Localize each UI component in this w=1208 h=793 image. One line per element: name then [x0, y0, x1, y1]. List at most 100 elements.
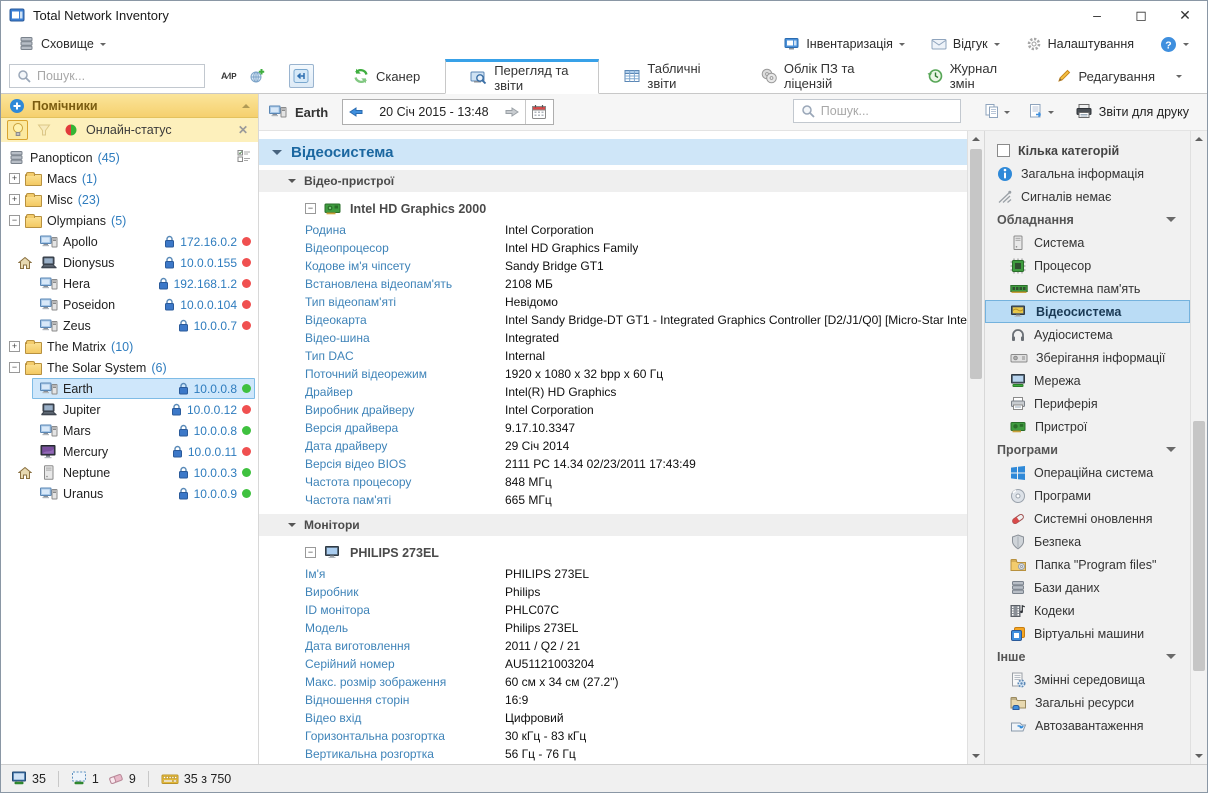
collapse-icon[interactable]: − — [9, 215, 20, 226]
category-autorun[interactable]: Автозавантаження — [985, 714, 1190, 737]
category-label: Периферія — [1034, 396, 1098, 411]
plus-circle-icon[interactable] — [9, 98, 25, 114]
expand-icon[interactable]: + — [9, 173, 20, 184]
tree-item-hera[interactable]: Hera 192.168.1.2 — [1, 273, 258, 294]
category-programs[interactable]: Програми — [985, 484, 1190, 507]
scroll-down-icon[interactable] — [1191, 748, 1207, 764]
scroll-down-icon[interactable] — [968, 748, 984, 764]
category-no-signals[interactable]: Сигналів немає — [985, 185, 1190, 208]
add-network-icon[interactable] — [243, 68, 271, 84]
expand-icon[interactable]: + — [9, 341, 20, 352]
category-network[interactable]: Мережа — [985, 369, 1190, 392]
tab-table-reports[interactable]: Табличні звіти — [599, 59, 736, 93]
menu-inventory[interactable]: Інвентаризація — [776, 33, 913, 55]
maximize-button[interactable]: ◻ — [1119, 1, 1163, 29]
report-search-input[interactable] — [820, 104, 953, 118]
filter-icon[interactable] — [33, 120, 54, 140]
category-group-hardware[interactable]: Обладнання — [985, 208, 1190, 231]
computers-selected-icon — [71, 771, 87, 786]
category-scroll-thumb[interactable] — [1193, 421, 1205, 671]
tab-view-reports[interactable]: Перегляд та звіти — [445, 59, 600, 94]
section-videosystem[interactable]: Відеосистема — [259, 139, 967, 165]
category-program-files[interactable]: Папка "Program files" — [985, 553, 1190, 576]
layers-select-icon[interactable] — [237, 149, 252, 166]
category-video-system[interactable]: Відеосистема — [985, 300, 1190, 323]
calendar-icon[interactable] — [524, 100, 553, 124]
category-multiple-categories[interactable]: Кілька категорій — [985, 139, 1190, 162]
tab-scanner[interactable]: Сканер — [328, 59, 445, 93]
tree-item-zeus[interactable]: Zeus 10.0.0.7 — [1, 315, 258, 336]
collapse-icon[interactable]: − — [305, 203, 316, 214]
collapse-icon[interactable]: − — [9, 362, 20, 373]
expand-icon[interactable]: + — [9, 194, 20, 205]
category-operating-system[interactable]: Операційна система — [985, 461, 1190, 484]
category-group-other[interactable]: Інше — [985, 645, 1190, 668]
category-scrollbar[interactable] — [1190, 131, 1207, 764]
tree-item-dionysus[interactable]: Dionysus 10.0.0.155 — [1, 252, 258, 273]
content-scrollbar[interactable] — [967, 131, 984, 764]
print-reports-button[interactable]: Звіти для друку — [1067, 103, 1197, 122]
checkbox-icon[interactable] — [997, 144, 1010, 157]
category-codecs[interactable]: Кодеки — [985, 599, 1190, 622]
menu-storage[interactable]: Сховище — [11, 33, 114, 55]
tree-item-the-solar-system[interactable]: − The Solar System (6) — [1, 357, 258, 378]
tree-item-misc[interactable]: + Misc (23) — [1, 189, 258, 210]
report-device-philips-273el[interactable]: − PHILIPS 273EL — [259, 540, 967, 565]
tree-item-panopticon[interactable]: Panopticon (45) — [1, 147, 258, 168]
collapse-up-icon[interactable] — [242, 100, 250, 108]
subsection-[interactable]: Монітори — [259, 514, 967, 536]
report-device-intel-hd-graphics-2000[interactable]: − Intel HD Graphics 2000 — [259, 196, 967, 221]
tree-item-uranus[interactable]: Uranus 10.0.0.9 — [1, 483, 258, 504]
menu-feedback[interactable]: Відгук — [923, 33, 1008, 55]
tree-item-the-matrix[interactable]: + The Matrix (10) — [1, 336, 258, 357]
category-devices[interactable]: Пристрої — [985, 415, 1190, 438]
panel-toggle-icon[interactable] — [288, 64, 314, 88]
tree-item-olympians[interactable]: − Olympians (5) — [1, 210, 258, 231]
collapse-icon[interactable]: − — [305, 547, 316, 558]
minimize-button[interactable]: – — [1075, 1, 1119, 29]
search-input[interactable] — [37, 69, 197, 83]
menu-settings[interactable]: Налаштування — [1018, 33, 1142, 55]
tab-changelog[interactable]: Журнал змін — [902, 59, 1031, 93]
tree-item-neptune[interactable]: Neptune 10.0.0.3 — [1, 462, 258, 483]
assistants-header[interactable]: Помічники — [1, 94, 258, 118]
subsection-[interactable]: Відео-пристрої — [259, 170, 967, 192]
close-assistant-icon[interactable]: ✕ — [234, 123, 252, 137]
tree-item-jupiter[interactable]: Jupiter 10.0.0.12 — [1, 399, 258, 420]
date-next-icon[interactable] — [499, 100, 525, 124]
close-button[interactable]: ✕ — [1163, 1, 1207, 29]
scroll-up-icon[interactable] — [1191, 131, 1207, 147]
category-environment-variables[interactable]: Змінні середовища — [985, 668, 1190, 691]
tree-item-mercury[interactable]: Mercury 10.0.0.11 — [1, 441, 258, 462]
content-scroll-thumb[interactable] — [970, 149, 982, 379]
scroll-up-icon[interactable] — [968, 131, 984, 147]
bulb-icon[interactable] — [7, 120, 28, 140]
tree-item-poseidon[interactable]: Poseidon 10.0.0.104 — [1, 294, 258, 315]
tab-editing[interactable]: Редагування — [1031, 59, 1208, 93]
date-prev-icon[interactable] — [343, 100, 369, 124]
category-processor[interactable]: Процесор — [985, 254, 1190, 277]
category-security[interactable]: Безпека — [985, 530, 1190, 553]
tree-item-apollo[interactable]: Apollo 172.16.0.2 — [1, 231, 258, 252]
tree-item-meta: 10.0.0.7 — [178, 319, 258, 333]
category-system-updates[interactable]: Системні оновлення — [985, 507, 1190, 530]
category-group-software[interactable]: Програми — [985, 438, 1190, 461]
category-system[interactable]: Система — [985, 231, 1190, 254]
category-shared-resources[interactable]: Загальні ресурси — [985, 691, 1190, 714]
category-audio-system[interactable]: Аудіосистема — [985, 323, 1190, 346]
category-databases[interactable]: Бази даних — [985, 576, 1190, 599]
category-general-info[interactable]: Загальна інформація — [985, 162, 1190, 185]
category-memory[interactable]: Системна пам'ять — [985, 277, 1190, 300]
tree-item-earth[interactable]: Earth 10.0.0.8 — [1, 378, 258, 399]
caret-down-icon — [1176, 75, 1182, 81]
tree-item-mars[interactable]: Mars 10.0.0.8 — [1, 420, 258, 441]
export-report-button[interactable] — [1023, 103, 1059, 122]
tree-item-macs[interactable]: + Macs (1) — [1, 168, 258, 189]
name-ip-toggle[interactable]: A⁄IP — [215, 71, 243, 81]
tab-software-licenses[interactable]: Облік ПЗ та ліцензій — [736, 59, 902, 93]
category-peripherals[interactable]: Периферія — [985, 392, 1190, 415]
category-virtual-machines[interactable]: Віртуальні машини — [985, 622, 1190, 645]
copy-report-button[interactable] — [979, 103, 1015, 122]
menu-help[interactable]: ? — [1152, 33, 1197, 56]
category-storage[interactable]: Зберігання інформації — [985, 346, 1190, 369]
